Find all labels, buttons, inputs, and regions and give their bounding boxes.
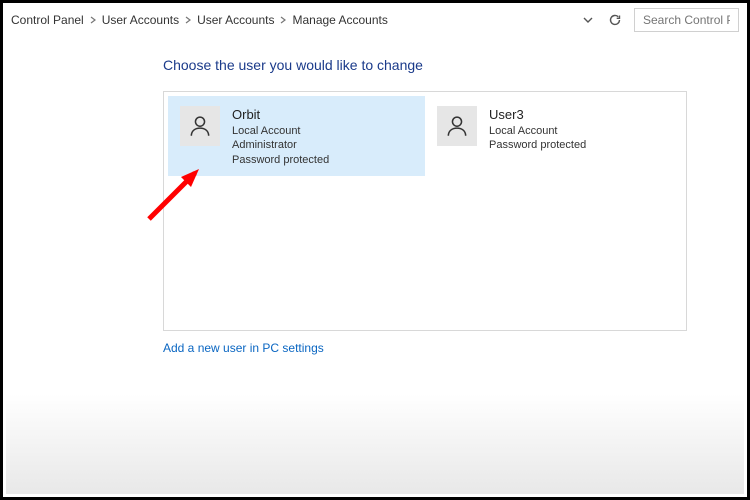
user-icon bbox=[180, 106, 220, 146]
account-type: Local Account bbox=[232, 124, 329, 139]
page-title: Choose the user you would like to change bbox=[163, 57, 687, 73]
chevron-down-icon[interactable] bbox=[582, 16, 594, 24]
accounts-container: Orbit Local Account Administrator Passwo… bbox=[163, 91, 687, 331]
search-input[interactable] bbox=[634, 8, 739, 32]
account-tile-user3[interactable]: User3 Local Account Password protected bbox=[425, 96, 682, 176]
add-user-link[interactable]: Add a new user in PC settings bbox=[163, 341, 687, 355]
account-name: Orbit bbox=[232, 106, 329, 124]
refresh-icon[interactable] bbox=[608, 13, 622, 27]
breadcrumb-item-manage-accounts[interactable]: Manage Accounts bbox=[292, 13, 387, 27]
main-content: Choose the user you would like to change… bbox=[3, 37, 747, 365]
chevron-right-icon bbox=[90, 16, 96, 24]
account-tile-orbit[interactable]: Orbit Local Account Administrator Passwo… bbox=[168, 96, 425, 176]
account-name: User3 bbox=[489, 106, 586, 124]
top-bar: Control Panel User Accounts User Account… bbox=[3, 3, 747, 37]
chevron-right-icon bbox=[185, 16, 191, 24]
account-info: User3 Local Account Password protected bbox=[489, 106, 586, 153]
account-protection: Password protected bbox=[232, 153, 329, 168]
chevron-right-icon bbox=[280, 16, 286, 24]
account-role: Administrator bbox=[232, 138, 329, 153]
bottom-fade bbox=[6, 394, 744, 494]
breadcrumb-item-control-panel[interactable]: Control Panel bbox=[11, 13, 84, 27]
breadcrumb-item-user-accounts-2[interactable]: User Accounts bbox=[197, 13, 274, 27]
user-icon bbox=[437, 106, 477, 146]
account-type: Local Account bbox=[489, 124, 586, 139]
account-info: Orbit Local Account Administrator Passwo… bbox=[232, 106, 329, 168]
nav-controls bbox=[582, 13, 622, 27]
account-protection: Password protected bbox=[489, 138, 586, 153]
breadcrumb-item-user-accounts-1[interactable]: User Accounts bbox=[102, 13, 179, 27]
breadcrumb: Control Panel User Accounts User Account… bbox=[11, 13, 572, 27]
